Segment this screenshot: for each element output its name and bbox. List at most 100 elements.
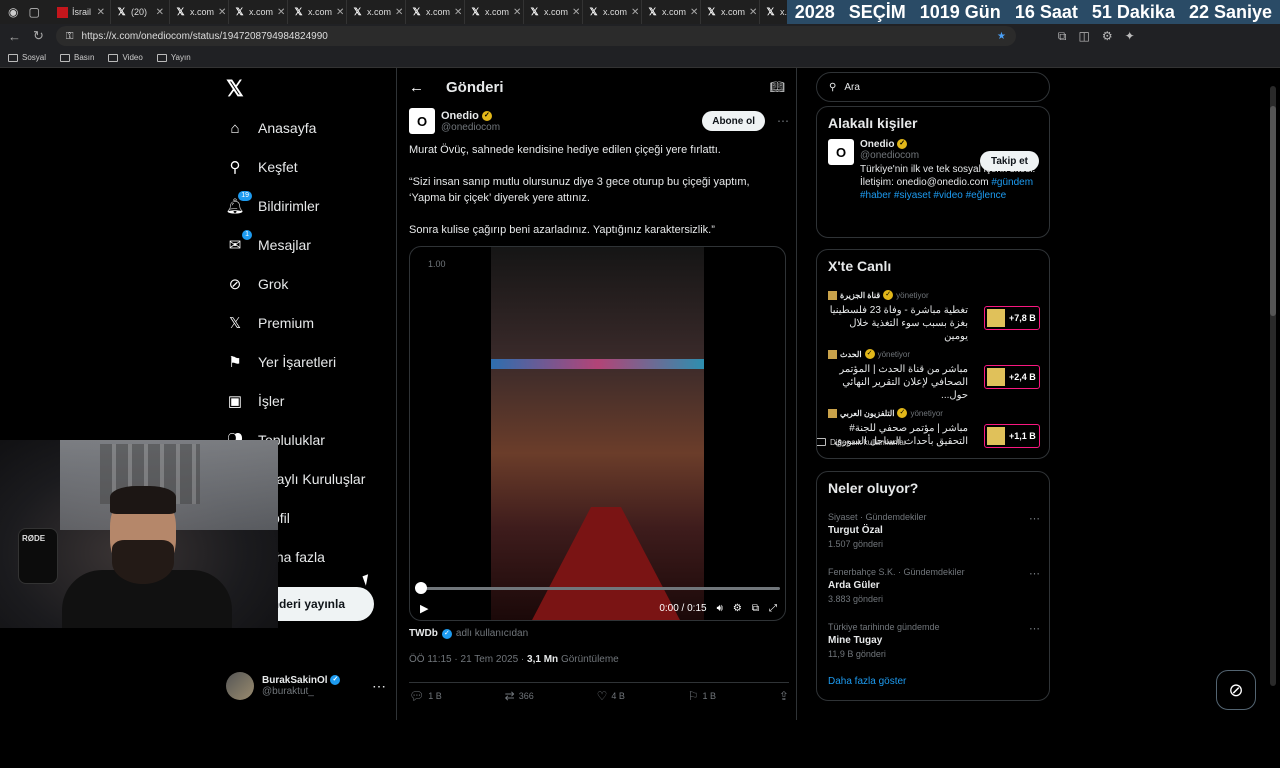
live-item[interactable]: الحدث ✓ yönetiyor مباشر من قناة الحدث | الم… (828, 349, 1040, 402)
reader-mode-icon[interactable]: 📖︎ (770, 80, 785, 94)
countdown-hours: 16 Saat (1014, 1, 1078, 22)
scrollbar-thumb[interactable] (1270, 106, 1276, 316)
author-name[interactable]: Onedio ✓ (441, 110, 500, 122)
live-listeners[interactable]: +2,4 B (984, 365, 1040, 389)
bookmark-button[interactable]: ⚐ 1 B (688, 689, 716, 703)
close-icon[interactable]: ✕ (513, 7, 521, 18)
live-listeners[interactable]: +7,8 B (984, 306, 1040, 330)
live-item[interactable]: التلفزيون العربي ✓ yönetiyor مباشر | مؤتمر … (828, 408, 1040, 448)
sidebar-item-briefcase[interactable]: ▣ İşler (226, 389, 285, 413)
reply-button[interactable]: 💬︎ 1 B (409, 689, 442, 703)
settings-icon[interactable]: ⚙ (1102, 29, 1113, 44)
browser-tab[interactable]: 𝕏x.com✕ (701, 0, 760, 24)
trend-item[interactable]: Türkiye tarihinde gündemde Mine Tugay 11,9… (828, 622, 1040, 659)
verified-icon: ✓ (441, 628, 452, 639)
search-input[interactable]: ⚲ Ara (816, 72, 1050, 102)
author-handle[interactable]: @onediocom (441, 122, 500, 133)
account-switcher[interactable]: BurakSakinOl ✓ @buraktut_ ⋯ (226, 668, 386, 704)
browser-tab[interactable]: 𝕏 (20) ✕ (111, 0, 170, 24)
follow-button[interactable]: Takip et (979, 151, 1039, 171)
close-icon[interactable]: ✕ (690, 7, 698, 18)
bookmark-folder[interactable]: Basın (60, 53, 94, 62)
browser-tab[interactable]: 𝕏x.com✕ (524, 0, 583, 24)
subscribe-button[interactable]: Abone ol (702, 111, 765, 131)
x-logo-icon[interactable]: 𝕏 (226, 76, 244, 102)
browser-tab[interactable]: İsrail ✕ (52, 0, 111, 24)
source-user[interactable]: TWDb (409, 628, 438, 639)
grok-fab-icon[interactable]: ⊘ (1216, 670, 1256, 710)
close-icon[interactable]: ✕ (156, 7, 164, 18)
sidebar-item-x-premium[interactable]: 𝕏 Premium (226, 311, 314, 335)
split-screen-icon[interactable]: ◫ (1078, 29, 1089, 44)
browser-tab[interactable]: 𝕏x.com✕ (642, 0, 701, 24)
bookmark-folder[interactable]: Sosyal (8, 53, 46, 62)
settings-gear-icon[interactable]: ⚙ (733, 603, 742, 614)
close-icon[interactable]: ✕ (749, 7, 757, 18)
more-icon[interactable]: ⋯ (1029, 622, 1040, 635)
back-arrow-icon[interactable]: ← (409, 79, 424, 96)
trend-item[interactable]: Siyaset · Gündemdekiler Turgut Özal 1.507 … (828, 512, 1040, 549)
live-listeners[interactable]: +1,1 B (984, 424, 1040, 448)
panel-title: X'te Canlı (828, 258, 892, 274)
browser-tab[interactable]: 𝕏x.com✕ (347, 0, 406, 24)
close-icon[interactable]: ✕ (454, 7, 462, 18)
sidebar-item-bell[interactable]: 🔔︎ 19 Bildirimler (225, 191, 319, 218)
onedio-avatar[interactable]: O (828, 139, 854, 165)
close-icon[interactable]: ✕ (218, 7, 226, 18)
live-item[interactable]: قناة الجزيرة ✓ yönetiyor تغطية مباشرة - وفا… (828, 290, 1040, 343)
volume-icon[interactable]: 🔊︎ (717, 603, 723, 614)
close-icon[interactable]: ✕ (277, 7, 285, 18)
site-info-icon[interactable]: ⚿ (66, 31, 74, 42)
refresh-icon[interactable]: ↻ (33, 28, 44, 44)
back-icon[interactable]: ← (8, 29, 21, 44)
share-button[interactable]: ⇪ (779, 689, 789, 703)
more-icon[interactable]: ⋯ (1029, 567, 1040, 580)
video-scrubber[interactable] (415, 582, 427, 594)
close-icon[interactable]: ✕ (395, 7, 403, 18)
more-icon[interactable]: ⋯ (1029, 512, 1040, 525)
sidebar-item-grok[interactable]: ⊘ Grok (226, 272, 289, 296)
pip-icon[interactable]: ⧉ (752, 603, 759, 614)
sidebar-item-home[interactable]: ⌂ Anasayfa (226, 116, 316, 140)
close-icon[interactable]: ✕ (336, 7, 344, 18)
url-field[interactable]: ⚿ https://x.com/onediocom/status/1947208… (55, 26, 1016, 46)
bookmark-folder[interactable]: Video (108, 53, 143, 62)
browser-tab[interactable]: 𝕏x.com✕ (465, 0, 524, 24)
browser-tab[interactable]: 𝕏x.com✕ (406, 0, 465, 24)
live-thumbnail (987, 309, 1005, 327)
page-scrollbar[interactable] (1270, 86, 1276, 686)
bookmark-folder[interactable]: Yayın (156, 53, 191, 62)
more-icon[interactable]: ⋯ (372, 678, 386, 695)
onedio-avatar[interactable]: O (409, 108, 435, 134)
sidebar-item-search[interactable]: ⚲ Keşfet (226, 155, 298, 179)
live-channel: التلفزيون العربي (840, 408, 895, 418)
sidebar-item-mail[interactable]: ✉ 1 Mesajlar (226, 230, 311, 257)
account-handle: @buraktut_ (262, 686, 314, 697)
show-more-link[interactable]: Daha fazla göster (828, 676, 906, 687)
video-progress-bar[interactable] (422, 587, 780, 590)
tab-actions-icon[interactable]: ▢ (28, 5, 39, 19)
trend-item[interactable]: Fenerbahçe S.K. · Gündemdekiler Arda Güle… (828, 567, 1040, 604)
browser-tab[interactable]: 𝕏x.com✕ (229, 0, 288, 24)
sidebar-item-label: Mesajlar (258, 237, 311, 253)
video-player[interactable]: 1.00 ▶ 0:00 / 0:15 🔊︎ ⚙ ⧉ ⤢ (409, 246, 786, 621)
related-name[interactable]: Onedio ✓ (860, 139, 1038, 150)
close-icon[interactable]: ✕ (631, 7, 639, 18)
repost-button[interactable]: ⇄ 366 (505, 689, 534, 703)
more-icon[interactable]: ⋯ (777, 114, 789, 128)
play-icon[interactable]: ▶ (420, 602, 428, 615)
live-host: التلفزيون العربي ✓ yönetiyor (828, 408, 1040, 418)
close-icon[interactable]: ✕ (97, 7, 105, 18)
post-timestamp[interactable]: ÖÖ 11:15 · 21 Tem 2025 · (409, 654, 527, 665)
like-button[interactable]: ♡ 4 B (597, 689, 625, 703)
sidebar-item-bookmark[interactable]: ⚑ Yer İşaretleri (226, 350, 336, 374)
close-icon[interactable]: ✕ (572, 7, 580, 18)
browser-tab[interactable]: 𝕏x.com✕ (170, 0, 229, 24)
copilot-icon[interactable]: ✦ (1125, 29, 1135, 44)
fullscreen-icon[interactable]: ⤢ (769, 603, 777, 614)
browser-tab[interactable]: 𝕏x.com✕ (583, 0, 642, 24)
browser-tab[interactable]: 𝕏x.com✕ (288, 0, 347, 24)
extensions-icon[interactable]: ⧉ (1058, 29, 1067, 44)
favorite-star-icon[interactable]: ★ (997, 31, 1006, 42)
profile-icon[interactable]: ◉ (8, 5, 18, 19)
